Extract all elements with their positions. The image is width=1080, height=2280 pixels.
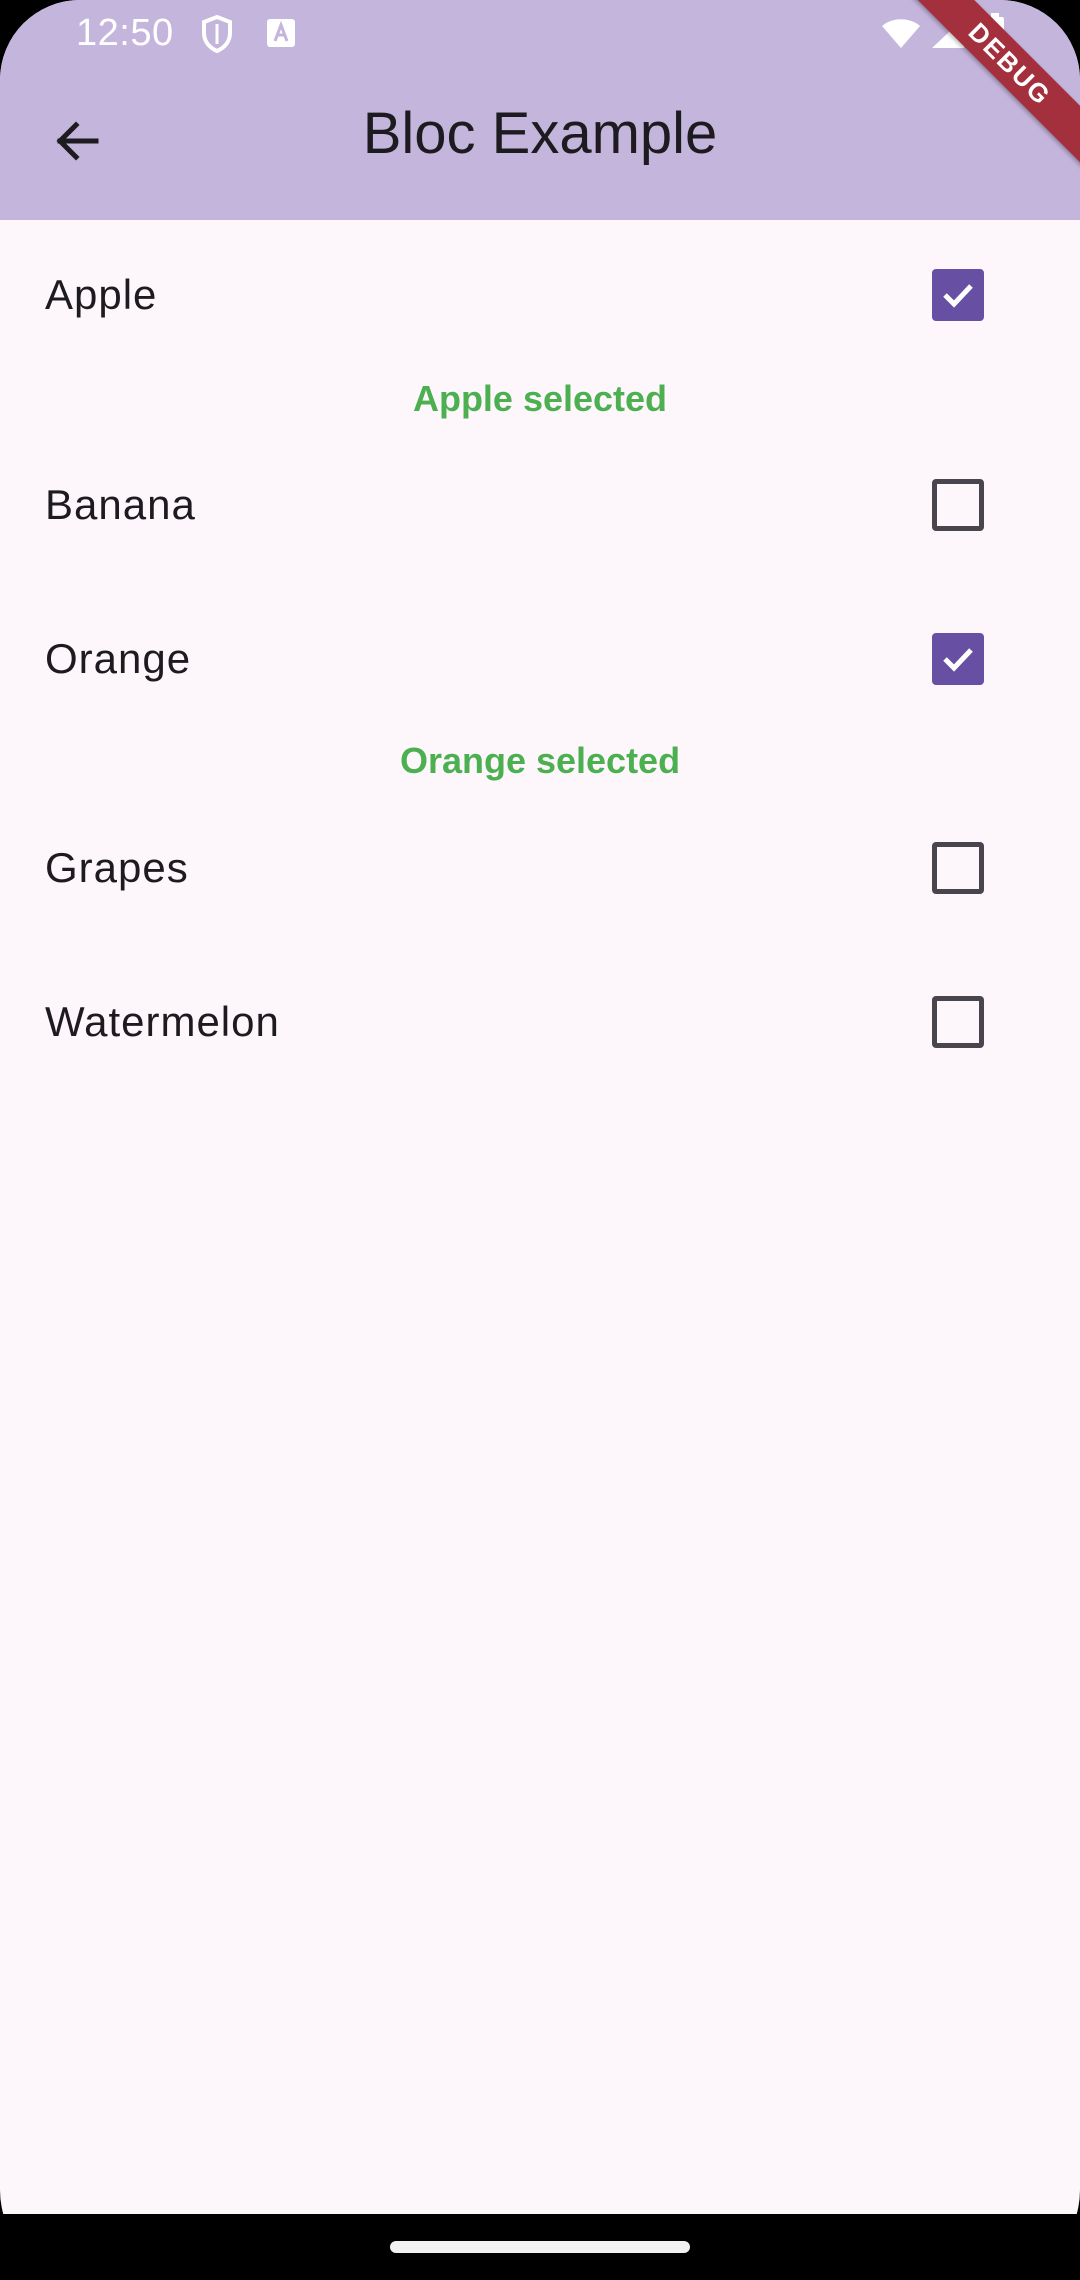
checkbox-banana[interactable]	[932, 479, 984, 531]
checkbox-orange[interactable]	[932, 633, 984, 685]
item-label: Apple	[45, 271, 158, 318]
check-icon	[943, 648, 973, 672]
text-a-icon	[267, 19, 295, 47]
item-label: Orange	[45, 635, 192, 682]
item-label: Watermelon	[45, 998, 280, 1045]
wifi-icon	[882, 19, 920, 48]
list-item-banana[interactable]: Banana	[0, 450, 1080, 560]
list-item-grapes[interactable]: Grapes	[0, 813, 1080, 923]
app-bar: 12:50 DEBUG Bloc Example	[0, 0, 1080, 220]
orange-selected-text: Orange selected	[399, 740, 681, 781]
item-label: Grapes	[45, 844, 189, 891]
checkbox-apple[interactable]	[932, 269, 984, 321]
list-item-watermelon[interactable]: Watermelon	[0, 967, 1080, 1077]
status-time: 12:50	[76, 12, 174, 54]
page-title: Bloc Example	[362, 101, 718, 166]
apple-selected-text: Apple selected	[412, 378, 668, 419]
home-indicator[interactable]	[390, 2241, 690, 2253]
list-item-apple[interactable]: Apple	[0, 240, 1080, 350]
check-icon	[943, 284, 973, 308]
item-label: Banana	[45, 481, 196, 528]
checkbox-watermelon[interactable]	[932, 996, 984, 1048]
shield-icon	[202, 14, 232, 54]
list-item-orange[interactable]: Orange	[0, 604, 1080, 714]
status-bar: 12:50	[0, 0, 1080, 70]
checkbox-grapes[interactable]	[932, 842, 984, 894]
app-screen: 12:50 DEBUG Bloc Example Apple Apple sel…	[0, 0, 1080, 2280]
